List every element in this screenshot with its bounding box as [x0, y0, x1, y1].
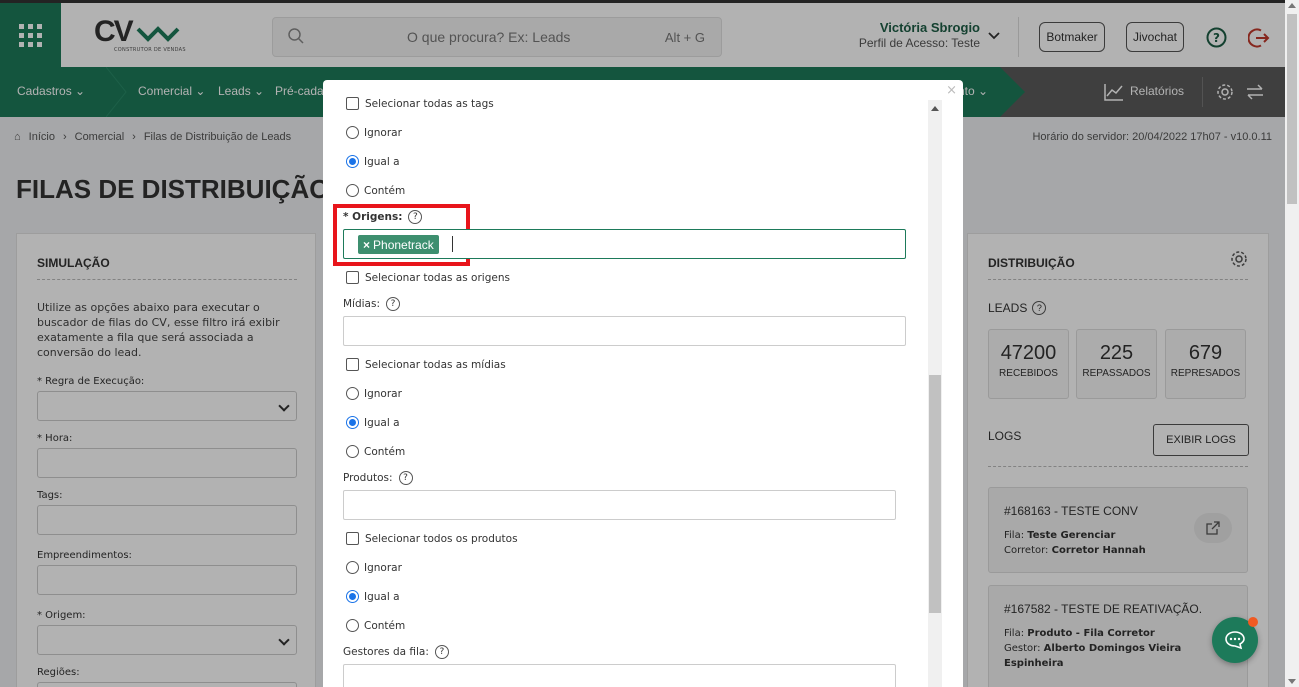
produtos-contains-radio[interactable]: Contém [346, 619, 405, 632]
radio-label: Ignorar [364, 387, 402, 400]
tag-label: Phonetrack [373, 237, 434, 252]
origem-tag: × Phonetrack [358, 235, 439, 254]
help-icon[interactable]: ? [398, 471, 413, 485]
midias-equal-radio[interactable]: Igual a [346, 416, 400, 429]
gestores-label: Gestores da fila: ? [343, 645, 449, 659]
checkbox-icon [346, 97, 359, 110]
remove-tag-icon[interactable]: × [363, 238, 370, 252]
radio-selected-icon [346, 590, 359, 603]
radio-selected-icon [346, 416, 359, 429]
queue-filter-modal: × Selecionar todas as tags Ignorar Igual… [323, 80, 963, 687]
radio-label: Igual a [364, 590, 400, 603]
modal-scrollbar[interactable] [928, 100, 942, 687]
scroll-up-icon[interactable] [1288, 3, 1296, 8]
radio-icon [346, 445, 359, 458]
radio-label: Ignorar [364, 126, 402, 139]
notification-dot [1248, 617, 1258, 627]
radio-icon [346, 561, 359, 574]
checkbox-icon [346, 532, 359, 545]
help-icon[interactable]: ? [434, 645, 449, 659]
midias-ignore-radio[interactable]: Ignorar [346, 387, 402, 400]
origens-label: * Origens: ? [343, 210, 423, 224]
radio-label: Contém [364, 184, 406, 197]
tags-equal-radio[interactable]: Igual a [346, 155, 400, 168]
scroll-up-icon[interactable] [931, 106, 939, 111]
tags-ignore-radio[interactable]: Ignorar [346, 126, 402, 139]
close-icon[interactable]: × [946, 83, 957, 98]
checkbox-icon [346, 358, 359, 371]
radio-label: Ignorar [364, 561, 402, 574]
checkbox-label: Selecionar todas as origens [365, 271, 510, 284]
radio-icon [346, 184, 359, 197]
checkbox-label: Selecionar todas as tags [365, 97, 494, 110]
radio-label: Contém [364, 619, 406, 632]
radio-icon [346, 387, 359, 400]
radio-icon [346, 619, 359, 632]
midias-label: Mídias: ? [343, 297, 401, 311]
radio-selected-icon [346, 155, 359, 168]
tags-contains-radio[interactable]: Contém [346, 184, 405, 197]
gestores-input[interactable] [343, 664, 896, 687]
radio-label: Igual a [364, 416, 400, 429]
radio-icon [346, 126, 359, 139]
text-cursor [452, 236, 453, 252]
select-all-origens-checkbox[interactable]: Selecionar todas as origens [346, 271, 510, 284]
produtos-ignore-radio[interactable]: Ignorar [346, 561, 402, 574]
radio-label: Contém [364, 445, 406, 458]
scrollbar-thumb[interactable] [929, 375, 941, 613]
select-all-produtos-checkbox[interactable]: Selecionar todos os produtos [346, 532, 518, 545]
checkbox-icon [346, 271, 359, 284]
produtos-equal-radio[interactable]: Igual a [346, 590, 400, 603]
gestores-label-text: Gestores da fila: [343, 646, 429, 658]
chat-bubble-icon [1225, 631, 1245, 650]
scrollbar-thumb[interactable] [1287, 14, 1297, 204]
page-scrollbar[interactable] [1285, 0, 1299, 687]
midias-label-text: Mídias: [343, 298, 381, 310]
checkbox-label: Selecionar todas as mídias [365, 358, 506, 371]
produtos-label: Produtos: ? [343, 471, 413, 485]
midias-contains-radio[interactable]: Contém [346, 445, 405, 458]
checkbox-label: Selecionar todos os produtos [365, 532, 518, 545]
select-all-midias-checkbox[interactable]: Selecionar todas as mídias [346, 358, 506, 371]
scroll-down-icon[interactable] [1288, 679, 1296, 684]
help-icon[interactable]: ? [408, 210, 423, 224]
select-all-tags-checkbox[interactable]: Selecionar todas as tags [346, 97, 494, 110]
origens-label-text: * Origens: [343, 211, 403, 223]
midias-input[interactable] [343, 316, 906, 346]
help-icon[interactable]: ? [386, 297, 401, 311]
produtos-input[interactable] [343, 490, 896, 520]
radio-label: Igual a [364, 155, 400, 168]
produtos-label-text: Produtos: [343, 472, 393, 484]
origens-tag-input[interactable]: × Phonetrack [343, 229, 906, 259]
